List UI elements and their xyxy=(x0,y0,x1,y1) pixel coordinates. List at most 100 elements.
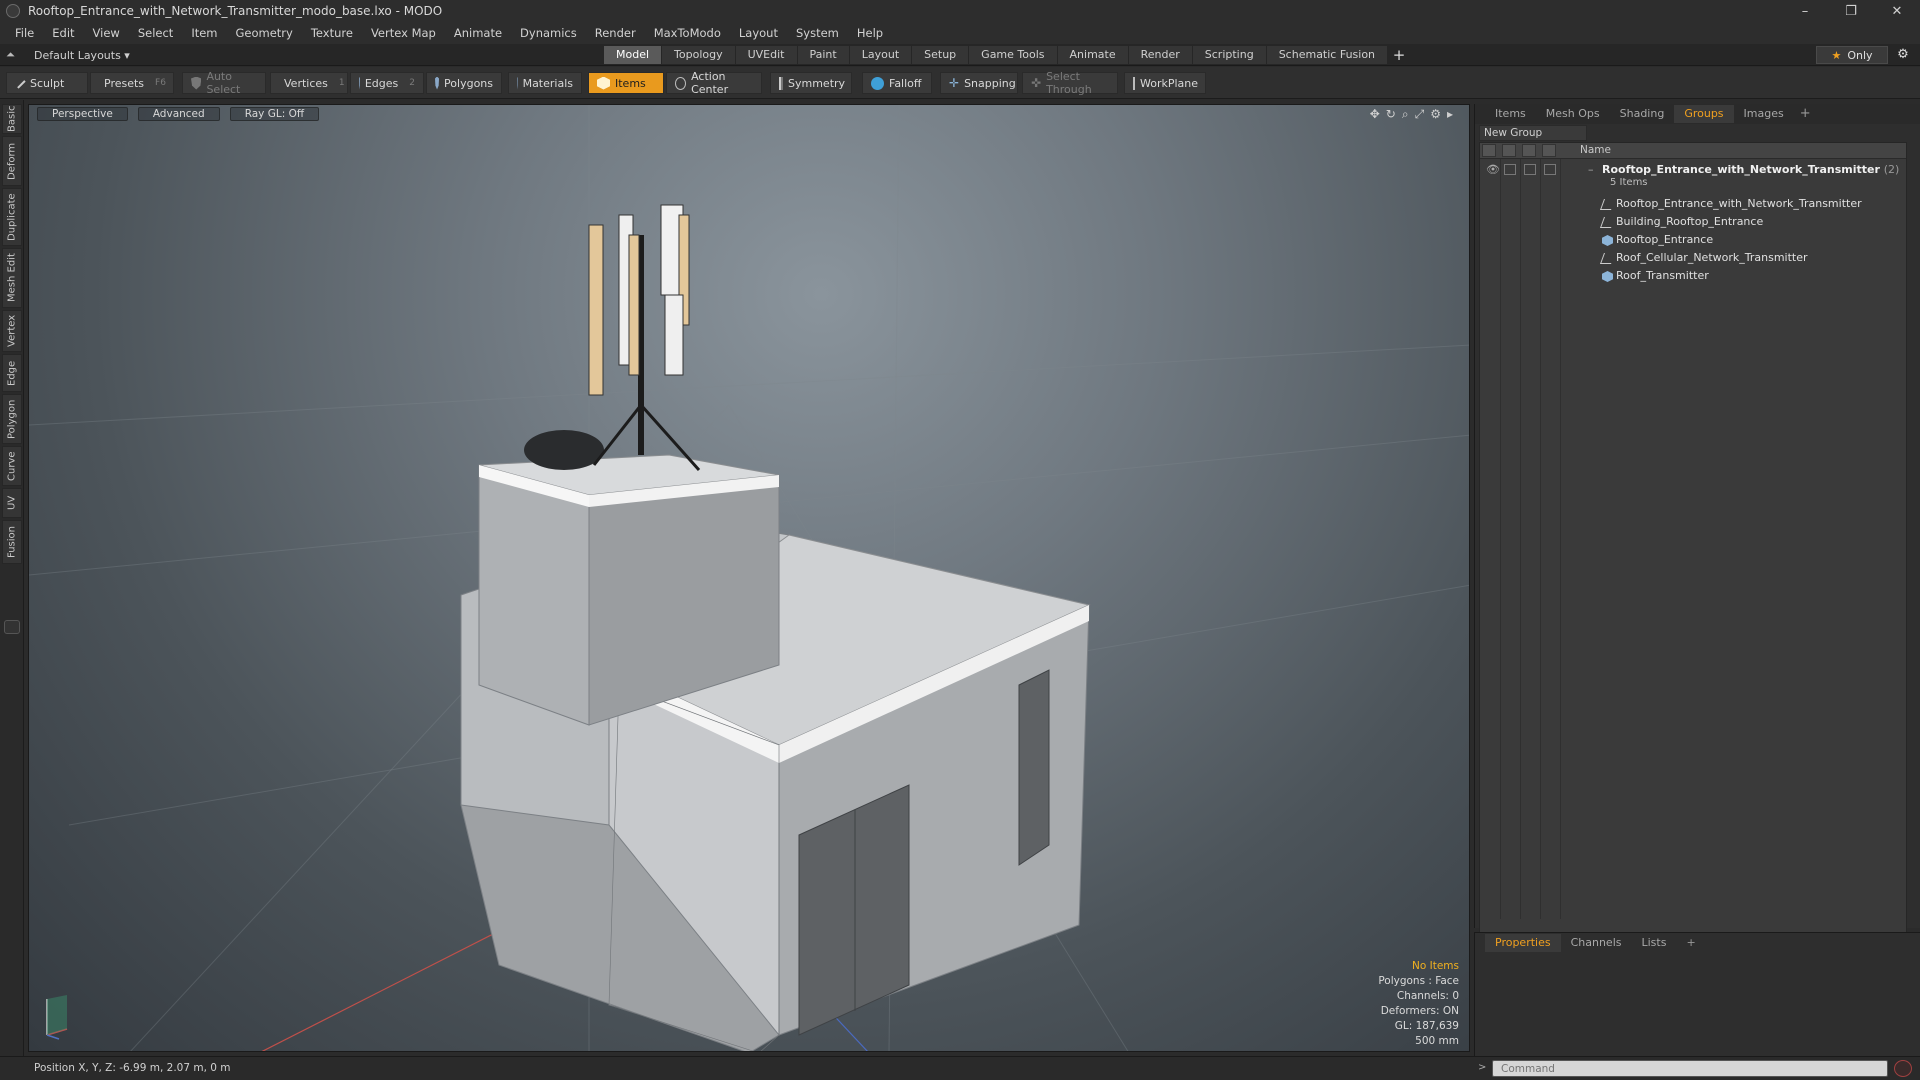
command-arrow-icon[interactable]: > xyxy=(1478,1062,1486,1073)
sculpt-button[interactable]: Sculpt xyxy=(6,72,88,94)
vertices-button[interactable]: Vertices 1 xyxy=(270,72,348,94)
layouts-dropdown[interactable]: ⏶ Default Layouts ▾ xyxy=(6,46,130,64)
tab-uvedit[interactable]: UVEdit xyxy=(735,46,798,64)
menu-view[interactable]: View xyxy=(84,26,129,40)
left-tab-basic[interactable]: Basic xyxy=(2,104,22,134)
menu-maxtomodo[interactable]: MaxToModo xyxy=(645,26,730,40)
menu-help[interactable]: Help xyxy=(848,26,892,40)
restore-icon[interactable]: ❐ xyxy=(1828,0,1874,22)
tab-shading[interactable]: Shading xyxy=(1610,105,1675,123)
left-tab-deform[interactable]: Deform xyxy=(2,136,22,186)
menu-select[interactable]: Select xyxy=(129,26,182,40)
tab-paint[interactable]: Paint xyxy=(797,46,850,64)
viewport-gear-icon[interactable]: ⚙ xyxy=(1430,107,1441,122)
rotate-icon[interactable]: ↻ xyxy=(1386,107,1396,122)
new-group-button[interactable]: New Group xyxy=(1479,125,1587,141)
tab-model[interactable]: Model xyxy=(604,46,663,64)
render-toggle[interactable] xyxy=(1504,164,1516,175)
workplane-button[interactable]: WorkPlane xyxy=(1124,72,1206,94)
menu-geometry[interactable]: Geometry xyxy=(227,26,302,40)
menu-texture[interactable]: Texture xyxy=(302,26,362,40)
select-toggle[interactable] xyxy=(1544,164,1556,175)
left-tab-uv[interactable]: UV xyxy=(2,488,22,518)
list-item[interactable]: Roof_Cellular_Network_Transmitter xyxy=(1480,249,1906,267)
snapping-button[interactable]: ✛ Snapping xyxy=(940,72,1018,94)
tab-scripting[interactable]: Scripting xyxy=(1192,46,1267,64)
left-tab-duplicate[interactable]: Duplicate xyxy=(2,188,22,246)
polygons-button[interactable]: Polygons xyxy=(426,72,502,94)
symmetry-button[interactable]: Symmetry xyxy=(770,72,852,94)
tab-channels[interactable]: Channels xyxy=(1561,934,1632,952)
command-input[interactable] xyxy=(1492,1060,1888,1077)
only-button[interactable]: ★ Only xyxy=(1816,46,1888,64)
group-row[interactable]: 👁 – Rooftop_Entrance_with_Network_Transm… xyxy=(1480,161,1906,193)
menu-animate[interactable]: Animate xyxy=(445,26,511,40)
tab-topology[interactable]: Topology xyxy=(662,46,736,64)
list-item[interactable]: Rooftop_Entrance_with_Network_Transmitte… xyxy=(1480,195,1906,213)
tab-game-tools[interactable]: Game Tools xyxy=(969,46,1058,64)
tab-schematic-fusion[interactable]: Schematic Fusion xyxy=(1266,46,1389,64)
visibility-column-icon[interactable] xyxy=(1482,144,1496,157)
items-button[interactable]: Items xyxy=(588,72,664,94)
zoom-icon[interactable]: ⌕ xyxy=(1402,107,1409,122)
menu-vertex-map[interactable]: Vertex Map xyxy=(362,26,445,40)
tab-animate[interactable]: Animate xyxy=(1057,46,1129,64)
list-item[interactable]: Rooftop_Entrance xyxy=(1480,231,1906,249)
layout-home-icon[interactable]: ⏶ xyxy=(6,48,20,62)
fit-icon[interactable]: ⤢ xyxy=(1415,107,1425,122)
menu-render[interactable]: Render xyxy=(586,26,645,40)
eye-icon[interactable]: 👁 xyxy=(1486,163,1500,176)
collapse-icon[interactable]: – xyxy=(1588,163,1594,176)
mesh-icon xyxy=(1602,271,1613,282)
menu-item[interactable]: Item xyxy=(182,26,226,40)
lock-column-icon[interactable] xyxy=(1522,144,1536,157)
edges-button[interactable]: Edges 2 xyxy=(350,72,424,94)
add-properties-tab-icon[interactable]: + xyxy=(1676,934,1705,952)
auto-select-button[interactable]: Auto Select xyxy=(182,70,266,96)
action-center-button[interactable]: Action Center xyxy=(666,70,762,96)
menu-layout[interactable]: Layout xyxy=(730,26,787,40)
tab-images[interactable]: Images xyxy=(1734,105,1794,123)
tab-lists[interactable]: Lists xyxy=(1632,934,1677,952)
tab-groups[interactable]: Groups xyxy=(1674,105,1734,123)
expand-arrow-icon[interactable]: ▸ xyxy=(1447,107,1453,122)
list-item[interactable]: Roof_Transmitter xyxy=(1480,267,1906,285)
shading-advanced-button[interactable]: Advanced xyxy=(137,107,220,121)
menu-system[interactable]: System xyxy=(787,26,848,40)
select-through-button[interactable]: ✜ Select Through xyxy=(1022,70,1118,96)
tab-items[interactable]: Items xyxy=(1485,105,1536,123)
presets-button[interactable]: Presets F6 xyxy=(90,72,174,94)
left-panel-toggle[interactable] xyxy=(4,620,20,634)
left-tab-curve[interactable]: Curve xyxy=(2,446,22,486)
materials-button[interactable]: Materials xyxy=(508,72,582,94)
minimize-icon[interactable]: – xyxy=(1782,0,1828,22)
select-column-icon[interactable] xyxy=(1542,144,1556,157)
tab-setup[interactable]: Setup xyxy=(912,46,970,64)
menu-edit[interactable]: Edit xyxy=(43,26,83,40)
perspective-button[interactable]: Perspective xyxy=(37,107,128,121)
tab-layout[interactable]: Layout xyxy=(849,46,913,64)
add-tab-icon[interactable]: + xyxy=(1388,46,1410,64)
tab-properties[interactable]: Properties xyxy=(1485,934,1561,952)
command-history-icon[interactable] xyxy=(1894,1060,1912,1077)
list-item[interactable]: Building_Rooftop_Entrance xyxy=(1480,213,1906,231)
3d-viewport[interactable]: Perspective Advanced Ray GL: Off ✥ ↻ ⌕ ⤢… xyxy=(28,104,1470,1052)
left-tab-mesh-edit[interactable]: Mesh Edit xyxy=(2,248,22,308)
close-icon[interactable]: ✕ xyxy=(1874,0,1920,22)
menu-file[interactable]: File xyxy=(6,26,43,40)
pan-icon[interactable]: ✥ xyxy=(1370,107,1380,122)
name-column-header[interactable]: Name xyxy=(1580,144,1611,156)
lock-toggle[interactable] xyxy=(1524,164,1536,175)
falloff-button[interactable]: Falloff xyxy=(862,72,932,94)
ray-gl-button[interactable]: Ray GL: Off xyxy=(229,107,320,121)
left-tab-vertex[interactable]: Vertex xyxy=(2,310,22,352)
add-panel-tab-icon[interactable]: + xyxy=(1794,105,1817,123)
tab-mesh-ops[interactable]: Mesh Ops xyxy=(1536,105,1610,123)
menu-dynamics[interactable]: Dynamics xyxy=(511,26,586,40)
tab-render[interactable]: Render xyxy=(1128,46,1193,64)
left-tab-polygon[interactable]: Polygon xyxy=(2,394,22,444)
left-tab-edge[interactable]: Edge xyxy=(2,354,22,392)
render-column-icon[interactable] xyxy=(1502,144,1516,157)
left-tab-fusion[interactable]: Fusion xyxy=(2,520,22,564)
gear-icon[interactable]: ⚙ xyxy=(1894,47,1912,63)
